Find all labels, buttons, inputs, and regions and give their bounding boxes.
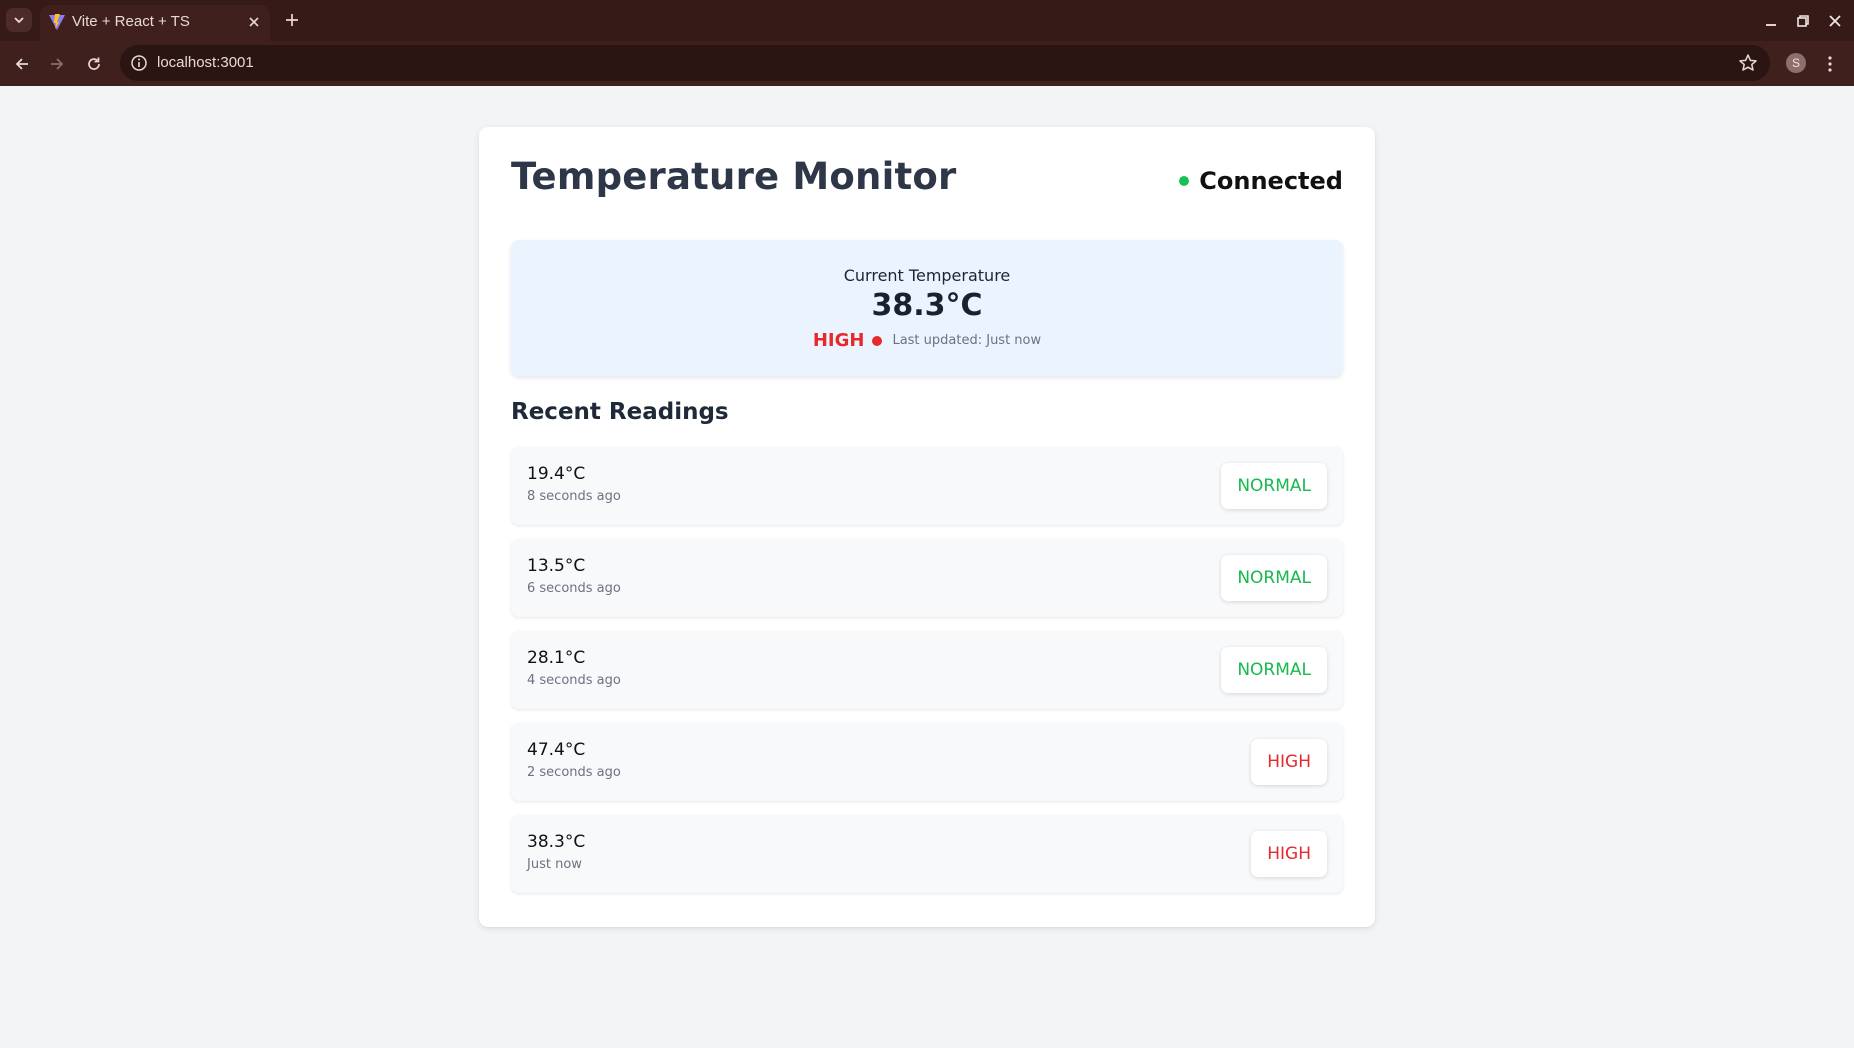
- reload-icon[interactable]: [82, 52, 106, 76]
- reading-time: 4 seconds ago: [527, 673, 621, 688]
- current-temperature-panel: Current Temperature 38.3°C HIGH Last upd…: [511, 240, 1343, 376]
- star-icon[interactable]: [1738, 53, 1758, 73]
- recent-readings-heading: Recent Readings: [511, 399, 729, 425]
- readings-list: 19.4°C 8 seconds ago NORMAL 13.5°C 6 sec…: [511, 447, 1343, 907]
- window-close-icon[interactable]: [1824, 10, 1846, 32]
- reading-item: 47.4°C 2 seconds ago HIGH: [511, 723, 1343, 801]
- current-status-row: HIGH Last updated: Just now: [511, 330, 1343, 351]
- reading-temperature: 13.5°C: [527, 556, 586, 576]
- current-temperature-label: Current Temperature: [843, 266, 1011, 285]
- page-viewport: Temperature Monitor Connected Current Te…: [0, 86, 1854, 1048]
- reading-time: 6 seconds ago: [527, 581, 621, 596]
- reading-temperature: 19.4°C: [527, 464, 586, 484]
- reading-status-badge: NORMAL: [1221, 647, 1327, 693]
- info-icon[interactable]: [130, 54, 148, 72]
- tab-list-icon[interactable]: [6, 8, 32, 32]
- avatar[interactable]: S: [1786, 53, 1806, 73]
- current-temperature-value: 38.3°C: [871, 288, 983, 323]
- reading-status-badge: HIGH: [1251, 831, 1327, 877]
- close-icon[interactable]: [244, 12, 264, 32]
- reading-temperature: 47.4°C: [527, 740, 586, 760]
- browser-toolbar: localhost:3001 S: [0, 41, 1854, 86]
- page-title: Temperature Monitor: [511, 155, 957, 198]
- reading-item: 28.1°C 4 seconds ago NORMAL: [511, 631, 1343, 709]
- browser-tab[interactable]: Vite + React + TS: [40, 5, 270, 41]
- restore-icon[interactable]: [1792, 10, 1814, 32]
- reading-time: 2 seconds ago: [527, 765, 621, 780]
- reading-item: 19.4°C 8 seconds ago NORMAL: [511, 447, 1343, 525]
- kebab-menu-icon[interactable]: [1820, 53, 1840, 75]
- connection-status-text: Connected: [1199, 167, 1343, 195]
- connection-status: Connected: [1179, 167, 1343, 195]
- browser-tabbar: Vite + React + TS: [0, 0, 1854, 41]
- back-arrow-icon[interactable]: [10, 52, 34, 76]
- plus-icon[interactable]: [282, 10, 302, 30]
- reading-status-badge: HIGH: [1251, 739, 1327, 785]
- vite-favicon-icon: [49, 14, 65, 30]
- tab-title: Vite + React + TS: [72, 13, 190, 30]
- reading-temperature: 38.3°C: [527, 832, 586, 852]
- last-updated-text: Last updated: Just now: [892, 333, 1042, 348]
- minimize-icon[interactable]: [1760, 10, 1782, 32]
- reading-item: 13.5°C 6 seconds ago NORMAL: [511, 539, 1343, 617]
- monitor-card: Temperature Monitor Connected Current Te…: [479, 127, 1375, 927]
- reading-temperature: 28.1°C: [527, 648, 586, 668]
- connection-dot-icon: [1179, 176, 1190, 186]
- reading-status-badge: NORMAL: [1221, 555, 1327, 601]
- status-dot-icon: [872, 335, 883, 346]
- reading-time: 8 seconds ago: [527, 489, 621, 504]
- address-bar[interactable]: localhost:3001: [120, 45, 1770, 81]
- reading-item: 38.3°C Just now HIGH: [511, 815, 1343, 893]
- reading-time: Just now: [527, 857, 582, 872]
- url-text: localhost:3001: [157, 54, 254, 71]
- forward-arrow-icon[interactable]: [45, 52, 69, 76]
- current-status-badge: HIGH: [812, 330, 865, 351]
- reading-status-badge: NORMAL: [1221, 463, 1327, 509]
